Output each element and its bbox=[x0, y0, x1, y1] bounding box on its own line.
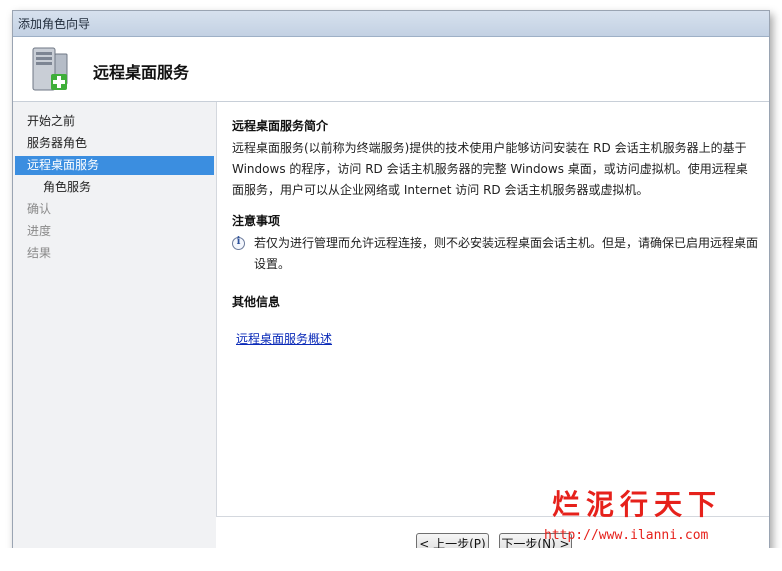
note-text: 若仅为进行管理而允许远程连接，则不必安装远程桌面会话主机。但是，请确保已启用远程… bbox=[254, 236, 759, 271]
notes-heading: 注意事项 bbox=[232, 214, 281, 228]
intro-heading: 远程桌面服务简介 bbox=[232, 119, 329, 133]
wizard-window: 添加角色向导 远程桌面服务 开始之前 服务器角色 远程桌面服务 角色服务 确认 … bbox=[12, 10, 770, 555]
page-title: 远程桌面服务 bbox=[93, 63, 190, 82]
content-pane: 远程桌面服务简介 远程桌面服务(以前称为终端服务)提供的技术使用户能够访问安装在… bbox=[232, 102, 769, 522]
rds-overview-link[interactable]: 远程桌面服务概述 bbox=[236, 330, 332, 347]
nav-item-server-roles[interactable]: 服务器角色 bbox=[15, 134, 214, 153]
intro-text: 远程桌面服务(以前称为终端服务)提供的技术使用户能够访问安装在 RD 会话主机服… bbox=[232, 141, 748, 197]
nav-item-confirmation: 确认 bbox=[27, 202, 52, 216]
nav-item-before-you-begin[interactable]: 开始之前 bbox=[15, 112, 214, 131]
nav-item-progress: 进度 bbox=[27, 224, 52, 238]
watermark-logo: 烂泥行天下 bbox=[552, 488, 723, 521]
more-info-heading: 其他信息 bbox=[232, 295, 281, 309]
wizard-steps: 开始之前 服务器角色 远程桌面服务 角色服务 确认 进度 结果 bbox=[13, 102, 217, 551]
window-title: 添加角色向导 bbox=[13, 11, 769, 37]
wizard-header: 远程桌面服务 bbox=[13, 38, 769, 102]
server-add-icon bbox=[32, 47, 68, 91]
info-icon bbox=[232, 236, 245, 250]
nav-item-remote-desktop-services[interactable]: 远程桌面服务 bbox=[15, 156, 214, 175]
torn-edge bbox=[0, 548, 782, 571]
watermark-url: http://www.ilanni.com bbox=[544, 528, 709, 543]
nav-item-role-services[interactable]: 角色服务 bbox=[15, 178, 214, 197]
nav-item-results: 结果 bbox=[27, 246, 52, 260]
